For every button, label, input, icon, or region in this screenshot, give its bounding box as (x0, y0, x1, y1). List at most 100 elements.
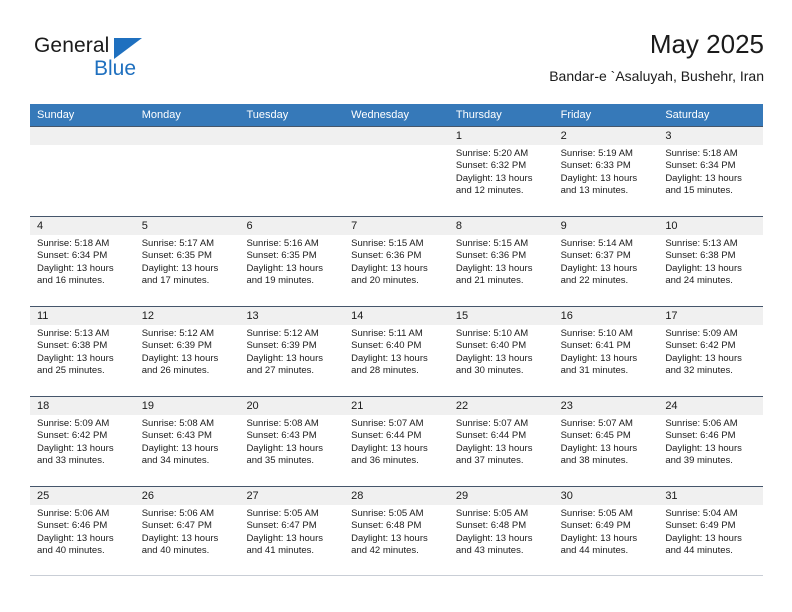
day-info: Sunrise: 5:08 AM Sunset: 6:43 PM Daylight:… (135, 415, 240, 468)
day-cell[interactable]: 5 Sunrise: 5:17 AM Sunset: 6:35 PM Daylight… (134, 217, 240, 306)
daylight-text-line2: and 31 minutes. (560, 365, 629, 377)
sunrise-text: Sunrise: 5:13 AM (665, 238, 738, 249)
day-cell[interactable]: 8 Sunrise: 5:15 AM Sunset: 6:36 PM Daylight… (448, 217, 554, 306)
daylight-text-line1: Daylight: 13 hours (665, 532, 742, 544)
sunset-text: Sunset: 6:38 PM (665, 250, 736, 262)
day-cell[interactable] (134, 127, 240, 216)
day-info: Sunrise: 5:16 AM Sunset: 6:35 PM Daylight:… (239, 235, 344, 288)
day-number: 17 (658, 307, 764, 325)
sunrise-text: Sunrise: 5:10 AM (560, 328, 633, 339)
page-title: May 2025 (649, 29, 764, 59)
day-cell[interactable]: 25 Sunrise: 5:06 AM Sunset: 6:46 PM Dayligh… (30, 487, 135, 575)
sunrise-text: Sunrise: 5:04 AM (665, 508, 738, 519)
day-number: 2 (553, 127, 659, 145)
day-cell[interactable]: 11 Sunrise: 5:13 AM Sunset: 6:38 PM Dayligh… (30, 307, 135, 396)
day-cell[interactable]: 15 Sunrise: 5:10 AM Sunset: 6:40 PM Dayligh… (448, 307, 554, 396)
weekday-thursday: Thursday (455, 109, 502, 121)
day-number: 27 (239, 487, 345, 505)
day-cell[interactable]: 10 Sunrise: 5:13 AM Sunset: 6:38 PM Dayligh… (658, 217, 764, 306)
day-info: Sunrise: 5:12 AM Sunset: 6:39 PM Daylight:… (239, 325, 344, 378)
day-cell[interactable] (30, 127, 135, 216)
sunrise-text: Sunrise: 5:09 AM (665, 328, 738, 339)
sunrise-text: Sunrise: 5:13 AM (37, 328, 110, 339)
day-cell[interactable]: 21 Sunrise: 5:07 AM Sunset: 6:44 PM Dayligh… (344, 397, 449, 486)
day-cell[interactable]: 22 Sunrise: 5:07 AM Sunset: 6:44 PM Dayligh… (448, 397, 554, 486)
day-cell[interactable]: 16 Sunrise: 5:10 AM Sunset: 6:41 PM Dayligh… (553, 307, 659, 396)
weekday-tuesday: Tuesday (246, 109, 289, 121)
sunrise-text: Sunrise: 5:05 AM (560, 508, 633, 519)
sunset-text: Sunset: 6:32 PM (455, 160, 527, 172)
day-number: 23 (553, 397, 659, 415)
day-cell[interactable]: 24 Sunrise: 5:06 AM Sunset: 6:46 PM Dayligh… (658, 397, 764, 486)
day-cell[interactable]: 12 Sunrise: 5:12 AM Sunset: 6:39 PM Dayligh… (134, 307, 240, 396)
day-info: Sunrise: 5:18 AM Sunset: 6:34 PM Daylight:… (658, 145, 763, 198)
daylight-text-line2: and 22 minutes. (560, 275, 629, 287)
day-cell[interactable]: 13 Sunrise: 5:12 AM Sunset: 6:39 PM Dayligh… (239, 307, 345, 396)
sunrise-text: Sunrise: 5:18 AM (665, 148, 738, 159)
day-cell[interactable]: 7 Sunrise: 5:15 AM Sunset: 6:36 PM Daylight… (344, 217, 449, 306)
day-info: Sunrise: 5:19 AM Sunset: 6:33 PM Daylight:… (554, 145, 659, 198)
daylight-text-line1: Daylight: 13 hours (351, 262, 428, 274)
sunrise-text: Sunrise: 5:05 AM (351, 508, 424, 519)
daylight-text-line1: Daylight: 13 hours (665, 172, 742, 184)
sunrise-text: Sunrise: 5:12 AM (246, 328, 319, 339)
week-row: 1 Sunrise: 5:20 AM Sunset: 6:32 PM Daylight… (30, 126, 764, 216)
sunrise-text: Sunrise: 5:12 AM (141, 328, 215, 339)
daylight-text-line1: Daylight: 13 hours (560, 352, 638, 364)
daylight-text-line2: and 37 minutes. (455, 455, 524, 467)
brand-triangle-icon (114, 38, 142, 59)
day-cell[interactable]: 2 Sunrise: 5:19 AM Sunset: 6:33 PM Daylight… (553, 127, 659, 216)
day-number: 15 (448, 307, 554, 325)
day-cell[interactable] (239, 127, 345, 216)
daylight-text-line2: and 40 minutes. (141, 545, 210, 557)
week-row: 25 Sunrise: 5:06 AM Sunset: 6:46 PM Dayligh… (30, 486, 764, 576)
day-cell[interactable]: 14 Sunrise: 5:11 AM Sunset: 6:40 PM Dayligh… (344, 307, 449, 396)
day-cell[interactable]: 31 Sunrise: 5:04 AM Sunset: 6:49 PM Dayligh… (658, 487, 764, 575)
daylight-text-line2: and 12 minutes. (455, 185, 524, 197)
daylight-text-line1: Daylight: 13 hours (351, 352, 428, 364)
sunrise-text: Sunrise: 5:06 AM (37, 508, 110, 519)
day-cell[interactable]: 28 Sunrise: 5:05 AM Sunset: 6:48 PM Dayligh… (344, 487, 449, 575)
day-info (239, 145, 344, 148)
day-cell[interactable]: 20 Sunrise: 5:08 AM Sunset: 6:43 PM Dayligh… (239, 397, 345, 486)
daylight-text-line2: and 28 minutes. (351, 365, 419, 377)
daylight-text-line1: Daylight: 13 hours (141, 442, 219, 454)
day-number: 26 (134, 487, 240, 505)
daylight-text-line2: and 21 minutes. (455, 275, 524, 287)
day-cell[interactable]: 23 Sunrise: 5:07 AM Sunset: 6:45 PM Dayligh… (553, 397, 659, 486)
sunrise-text: Sunrise: 5:08 AM (141, 418, 215, 429)
day-cell[interactable]: 18 Sunrise: 5:09 AM Sunset: 6:42 PM Dayligh… (30, 397, 135, 486)
daylight-text-line2: and 27 minutes. (246, 365, 315, 377)
weekday-monday: Monday (141, 109, 181, 121)
day-info: Sunrise: 5:12 AM Sunset: 6:39 PM Daylight:… (135, 325, 240, 378)
day-cell[interactable]: 27 Sunrise: 5:05 AM Sunset: 6:47 PM Dayligh… (239, 487, 345, 575)
daylight-text-line2: and 25 minutes. (37, 365, 105, 377)
day-cell[interactable] (344, 127, 449, 216)
day-cell[interactable]: 30 Sunrise: 5:05 AM Sunset: 6:49 PM Dayligh… (553, 487, 659, 575)
sunrise-text: Sunrise: 5:06 AM (141, 508, 215, 519)
day-cell[interactable]: 3 Sunrise: 5:18 AM Sunset: 6:34 PM Daylight… (658, 127, 764, 216)
day-info: Sunrise: 5:14 AM Sunset: 6:37 PM Daylight:… (554, 235, 659, 288)
day-cell[interactable]: 9 Sunrise: 5:14 AM Sunset: 6:37 PM Daylight… (553, 217, 659, 306)
sunset-text: Sunset: 6:46 PM (37, 520, 108, 532)
day-cell[interactable]: 1 Sunrise: 5:20 AM Sunset: 6:32 PM Daylight… (448, 127, 554, 216)
sunset-text: Sunset: 6:48 PM (351, 520, 422, 532)
day-cell[interactable]: 17 Sunrise: 5:09 AM Sunset: 6:42 PM Dayligh… (658, 307, 764, 396)
day-info: Sunrise: 5:08 AM Sunset: 6:43 PM Daylight:… (239, 415, 344, 468)
day-cell[interactable]: 6 Sunrise: 5:16 AM Sunset: 6:35 PM Daylight… (239, 217, 345, 306)
daylight-text-line2: and 40 minutes. (37, 545, 105, 557)
sunset-text: Sunset: 6:45 PM (560, 430, 631, 442)
day-cell[interactable]: 26 Sunrise: 5:06 AM Sunset: 6:47 PM Dayligh… (134, 487, 240, 575)
day-cell[interactable]: 29 Sunrise: 5:05 AM Sunset: 6:48 PM Dayligh… (448, 487, 554, 575)
day-info (135, 145, 240, 148)
sunrise-text: Sunrise: 5:09 AM (37, 418, 110, 429)
daylight-text-line1: Daylight: 13 hours (246, 532, 324, 544)
day-cell[interactable]: 4 Sunrise: 5:18 AM Sunset: 6:34 PM Daylight… (30, 217, 135, 306)
day-info: Sunrise: 5:04 AM Sunset: 6:49 PM Daylight:… (658, 505, 763, 558)
brand-logo[interactable]: General Blue (34, 34, 194, 90)
day-number: 10 (658, 217, 764, 235)
day-info: Sunrise: 5:11 AM Sunset: 6:40 PM Daylight:… (344, 325, 449, 378)
day-number (239, 127, 345, 145)
day-cell[interactable]: 19 Sunrise: 5:08 AM Sunset: 6:43 PM Dayligh… (134, 397, 240, 486)
day-number (30, 127, 135, 145)
